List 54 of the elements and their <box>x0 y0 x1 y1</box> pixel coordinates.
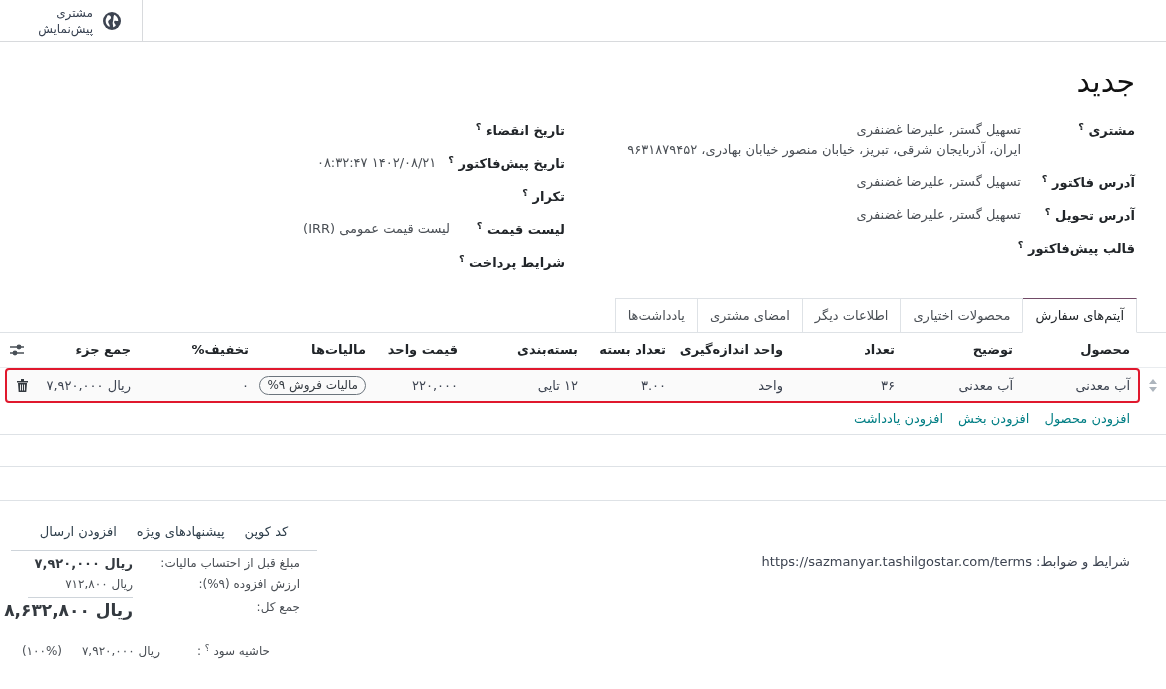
sliders-icon[interactable] <box>10 344 24 356</box>
trash-icon[interactable] <box>17 379 28 392</box>
table-cell-text: ۳.۰۰ <box>640 376 666 395</box>
field-value: تسهیل گستر, علیرضا غضنفری <box>856 173 1021 192</box>
field-label: شرایط پرداخت $^{؟}$ <box>457 252 565 272</box>
field-label: مشتری $^{؟}$ <box>1077 120 1135 140</box>
margin-percent: (۱۰۰%) <box>21 643 62 660</box>
table-cell-text: آب معدنی <box>1075 376 1130 395</box>
total-label: ارزش افزوده (۹%): <box>197 576 300 594</box>
field-label: تکرار $^{؟}$ <box>521 186 565 206</box>
field-value: لیست قیمت عمومی (IRR) <box>303 220 450 239</box>
table-cell-text: آب معدنی <box>958 376 1013 395</box>
total-label: مبلغ قبل از احتساب مالیات: <box>159 555 300 573</box>
column-header: محصول <box>1080 341 1131 360</box>
tab[interactable]: آیتم‌های سفارش <box>1022 298 1137 333</box>
column-header: مالیات‌ها <box>311 341 367 360</box>
field-label: تاریخ پیش‌فاکتور $^{؟}$ <box>447 153 565 173</box>
column-header: تخفیف% <box>191 341 250 360</box>
terms-note: شرایط و ضوابط: https://sazmanyar.tashilgostar.com/terms <box>761 553 1130 572</box>
field-label: آدرس تحویل $^{؟}$ <box>1043 205 1135 225</box>
table-cell-text: واحد <box>758 376 783 396</box>
column-header: تعداد بسته <box>599 341 667 360</box>
field-value: تسهیل گستر, علیرضا غضنفری <box>856 206 1021 225</box>
table-cell-text: ۱۲ تایی <box>537 376 578 395</box>
add-line-link[interactable]: افزودن بخش <box>958 408 1030 429</box>
table-cell-text: ۲۲۰,۰۰۰ <box>411 376 458 395</box>
margin-amount: ریال ۷,۹۲۰,۰۰۰ <box>80 643 160 660</box>
table-cell-text: ۳۶ <box>881 376 895 395</box>
field-value: ایران، آذربایجان شرقی، تبریز، خیابان منصور خیابان بهادری، ۹۶۳۱۸۷۹۴۵۲ <box>627 140 1021 160</box>
add-line-link[interactable]: افزودن محصول <box>1044 408 1130 429</box>
table-cell-text: ریال ۷,۹۲۰,۰۰۰ <box>46 376 131 396</box>
total-amount: ریال ۷۱۲,۸۰۰ <box>65 576 133 593</box>
field-label: قالب پیش‌فاکتور $^{؟}$ <box>1016 238 1135 258</box>
column-header: واحد اندازه‌گیری <box>679 341 784 360</box>
column-header: توضیح <box>972 341 1014 360</box>
field-label: لیست قیمت $^{؟}$ <box>475 219 565 239</box>
drag-handle-icon[interactable] <box>1149 379 1157 392</box>
field-value: تسهیل گستر, علیرضا غضنفری <box>855 121 1021 140</box>
total-label: جمع کل: <box>255 599 300 616</box>
column-header: تعداد <box>864 341 896 360</box>
table-cell-text: ۰ <box>242 376 249 395</box>
globe-icon <box>103 11 121 30</box>
field-label: تاریخ انقضاء $^{؟}$ <box>474 120 565 140</box>
record-title: جدید <box>1076 63 1135 101</box>
total-amount: ریال ۸,۶۳۲,۸۰۰ <box>4 599 133 622</box>
column-header: بسته‌بندی <box>517 341 579 360</box>
add-line-link[interactable]: افزودن یادداشت <box>853 408 944 429</box>
column-header: جمع جزء <box>75 341 132 360</box>
field-value: ۱۴۰۲/۰۸/۲۱ ۰۸:۳۲:۴۷ <box>316 154 437 172</box>
total-amount: ریال ۷,۹۲۰,۰۰۰ <box>34 555 133 573</box>
tab[interactable]: یادداشت‌ها <box>614 298 698 332</box>
margin-label: حاشیه سود $^{؟}$ : <box>195 642 270 660</box>
field-label: آدرس فاکتور $^{؟}$ <box>1040 172 1135 192</box>
column-header: قیمت واحد <box>387 341 459 360</box>
